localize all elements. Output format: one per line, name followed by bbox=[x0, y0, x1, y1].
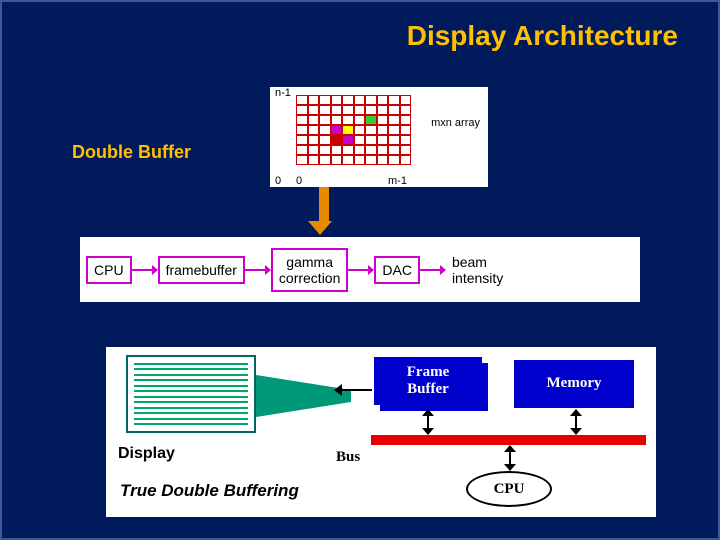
grid-y-max: n-1 bbox=[275, 87, 291, 99]
bus-bar bbox=[371, 435, 646, 445]
cpu-oval: CPU bbox=[466, 471, 552, 507]
monitor-icon bbox=[126, 355, 256, 433]
frame-buffer-box: Frame Buffer bbox=[374, 357, 482, 405]
slide-title: Display Architecture bbox=[407, 20, 678, 52]
true-double-buffering-label: True Double Buffering bbox=[120, 481, 299, 501]
pipeline-output-label: beam intensity bbox=[446, 254, 503, 286]
grid-array-label: mxn array bbox=[431, 117, 480, 129]
grid-x-max: m-1 bbox=[388, 175, 407, 187]
pixel-grid-panel: n-1 0 0 m-1 mxn array bbox=[270, 87, 488, 187]
memory-box: Memory bbox=[514, 360, 634, 408]
pixel-grid bbox=[296, 95, 411, 165]
pipeline-gamma-box: gamma correction bbox=[271, 248, 348, 292]
pipeline-panel: CPU framebuffer gamma correction DAC bea… bbox=[80, 237, 640, 302]
bus-label: Bus bbox=[336, 449, 360, 466]
display-label: Display bbox=[118, 445, 175, 463]
subtitle-double-buffer: Double Buffer bbox=[72, 142, 191, 163]
arrow-right-icon bbox=[420, 263, 446, 277]
pipeline-framebuffer-box: framebuffer bbox=[158, 256, 245, 284]
arrow-left-icon bbox=[334, 383, 372, 402]
arrow-right-icon bbox=[348, 263, 374, 277]
down-arrow-icon bbox=[315, 187, 332, 235]
arrow-right-icon bbox=[245, 263, 271, 277]
grid-origin-x: 0 bbox=[296, 175, 302, 187]
arrow-right-icon bbox=[132, 263, 158, 277]
system-panel: Display Frame Buffer Memory Bus CPU True… bbox=[106, 347, 656, 517]
pipeline-cpu-box: CPU bbox=[86, 256, 132, 284]
pipeline-dac-box: DAC bbox=[374, 256, 420, 284]
grid-origin-y: 0 bbox=[275, 175, 281, 187]
